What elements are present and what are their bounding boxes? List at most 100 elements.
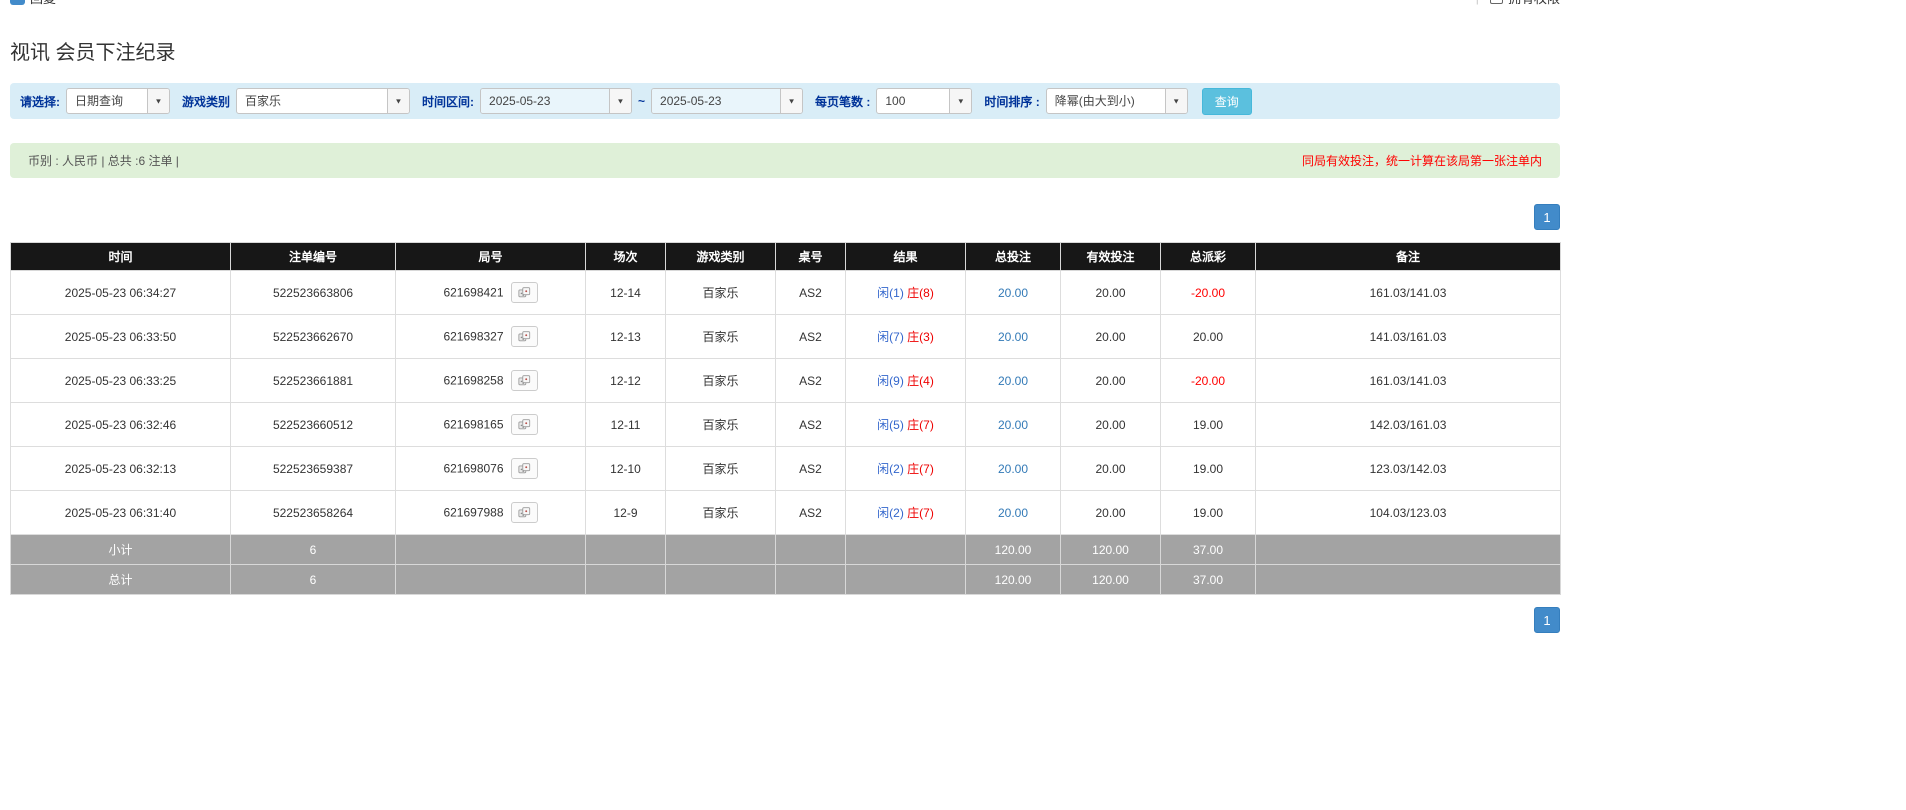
bet-id-cell: 522523660512 xyxy=(231,403,396,447)
column-header: 结果 xyxy=(846,243,966,271)
page-button-1[interactable]: 1 xyxy=(1534,204,1560,230)
game-type-label: 游戏类别 xyxy=(182,93,230,110)
caret-down-icon: ▼ xyxy=(788,97,796,105)
summary-row: 小计6120.00120.0037.00 xyxy=(11,535,1561,565)
date-to-picker: 2025-05-23 ▼ xyxy=(651,88,803,114)
round-cell: 621698421 xyxy=(396,271,586,315)
round-cell: 621698258 xyxy=(396,359,586,403)
payout-value: -20.00 xyxy=(1191,374,1225,388)
chevron-down-icon: ▼ xyxy=(61,0,68,1)
banker-result: 庄(7) xyxy=(907,462,934,476)
per-page-dropdown-button[interactable]: ▼ xyxy=(949,89,971,113)
result-cell: 闲(5) 庄(7) xyxy=(846,403,966,447)
game-type-cell: 百家乐 xyxy=(666,403,776,447)
round-detail-button[interactable] xyxy=(511,502,538,523)
summary-count-cell: 6 xyxy=(231,565,396,595)
caret-down-icon: ▼ xyxy=(957,97,965,105)
total-bet-cell: 20.00 xyxy=(966,359,1061,403)
bet-id-cell: 522523661881 xyxy=(231,359,396,403)
round-detail-button[interactable] xyxy=(511,326,538,347)
date-from-value[interactable]: 2025-05-23 xyxy=(481,89,609,113)
round-cell: 621698165 xyxy=(396,403,586,447)
main-container: 视讯 会员下注纪录 请选择: 日期查询 ▼ 游戏类别 百家乐 ▼ 时间区间: 2… xyxy=(10,36,1560,633)
total-bet-link[interactable]: 20.00 xyxy=(998,286,1028,300)
check-icon: ✓ xyxy=(10,0,25,5)
total-bet-link[interactable]: 20.00 xyxy=(998,330,1028,344)
summary-label-cell: 小计 xyxy=(11,535,231,565)
valid-bet-notice-text: 同局有效投注，统一计算在该局第一张注单内 xyxy=(1302,152,1542,169)
page-button-1[interactable]: 1 xyxy=(1534,607,1560,633)
topbar-reply-menu[interactable]: ✓ 回复 ▼ xyxy=(10,0,68,7)
bet-id-cell: 522523663806 xyxy=(231,271,396,315)
total-bet-cell: 20.00 xyxy=(966,315,1061,359)
player-result: 闲(7) xyxy=(877,330,904,344)
table-row: 2025-05-23 06:33:50522523662670621698327… xyxy=(11,315,1561,359)
caret-down-icon: ▼ xyxy=(1172,97,1180,105)
note-cell: 161.03/141.03 xyxy=(1256,271,1561,315)
round-detail-button[interactable] xyxy=(511,458,538,479)
summary-valid-bet-cell: 120.00 xyxy=(1061,565,1161,595)
total-bet-cell: 20.00 xyxy=(966,447,1061,491)
search-button[interactable]: 查询 xyxy=(1202,88,1252,115)
total-bet-link[interactable]: 20.00 xyxy=(998,418,1028,432)
payout-value: 19.00 xyxy=(1193,506,1223,520)
game-type-value[interactable]: 百家乐 xyxy=(237,89,387,113)
table-row: 2025-05-23 06:34:27522523663806621698421… xyxy=(11,271,1561,315)
column-header: 备注 xyxy=(1256,243,1561,271)
total-bet-link[interactable]: 20.00 xyxy=(998,506,1028,520)
date-to-dropdown-button[interactable]: ▼ xyxy=(780,89,802,113)
game-type-dropdown-button[interactable]: ▼ xyxy=(387,89,409,113)
payout-cell: 19.00 xyxy=(1161,491,1256,535)
sort-order-value[interactable]: 降幂(由大到小) xyxy=(1047,89,1165,113)
total-bet-link[interactable]: 20.00 xyxy=(998,374,1028,388)
player-result: 闲(2) xyxy=(877,506,904,520)
topbar-permission-menu[interactable]: | 拥有权限 xyxy=(1470,0,1560,7)
banker-result: 庄(7) xyxy=(907,506,934,520)
round-detail-button[interactable] xyxy=(511,370,538,391)
date-from-dropdown-button[interactable]: ▼ xyxy=(609,89,631,113)
payout-value: 19.00 xyxy=(1193,418,1223,432)
topbar-divider: | xyxy=(1476,0,1479,5)
round-detail-button[interactable] xyxy=(511,282,538,303)
player-result: 闲(5) xyxy=(877,418,904,432)
total-bet-link[interactable]: 20.00 xyxy=(998,462,1028,476)
session-cell: 12-11 xyxy=(586,403,666,447)
banker-result: 庄(4) xyxy=(907,374,934,388)
currency-summary-text: 币别 : 人民币 | 总共 :6 注单 | xyxy=(28,152,179,169)
permission-icon xyxy=(1490,0,1503,4)
per-page-value[interactable]: 100 xyxy=(877,89,949,113)
select-type-value[interactable]: 日期查询 xyxy=(67,89,147,113)
table-number-cell: AS2 xyxy=(776,403,846,447)
date-from-picker: 2025-05-23 ▼ xyxy=(480,88,632,114)
bet-id-cell: 522523659387 xyxy=(231,447,396,491)
banker-result: 庄(8) xyxy=(907,286,934,300)
select-type-dropdown-button[interactable]: ▼ xyxy=(147,89,169,113)
round-detail-icon xyxy=(518,462,531,475)
session-cell: 12-10 xyxy=(586,447,666,491)
payout-cell: 19.00 xyxy=(1161,447,1256,491)
session-cell: 12-12 xyxy=(586,359,666,403)
payout-value: 20.00 xyxy=(1193,330,1223,344)
player-result: 闲(2) xyxy=(877,462,904,476)
result-cell: 闲(1) 庄(8) xyxy=(846,271,966,315)
round-number: 621698076 xyxy=(443,462,503,476)
note-cell: 104.03/123.03 xyxy=(1256,491,1561,535)
round-detail-button[interactable] xyxy=(511,414,538,435)
total-bet-cell: 20.00 xyxy=(966,491,1061,535)
table-number-cell: AS2 xyxy=(776,447,846,491)
table-row: 2025-05-23 06:32:46522523660512621698165… xyxy=(11,403,1561,447)
sort-order-dropdown-button[interactable]: ▼ xyxy=(1165,89,1187,113)
table-number-cell: AS2 xyxy=(776,491,846,535)
select-type-combobox: 日期查询 ▼ xyxy=(66,88,170,114)
sort-order-label: 时间排序 : xyxy=(984,93,1039,110)
player-result: 闲(1) xyxy=(877,286,904,300)
table-row: 2025-05-23 06:31:40522523658264621697988… xyxy=(11,491,1561,535)
game-type-cell: 百家乐 xyxy=(666,359,776,403)
date-to-value[interactable]: 2025-05-23 xyxy=(652,89,780,113)
summary-total-bet-cell: 120.00 xyxy=(966,565,1061,595)
column-header: 时间 xyxy=(11,243,231,271)
round-detail-icon xyxy=(518,506,531,519)
topbar-reply-label: 回复 xyxy=(30,0,56,7)
total-bet-cell: 20.00 xyxy=(966,271,1061,315)
time-cell: 2025-05-23 06:33:25 xyxy=(11,359,231,403)
